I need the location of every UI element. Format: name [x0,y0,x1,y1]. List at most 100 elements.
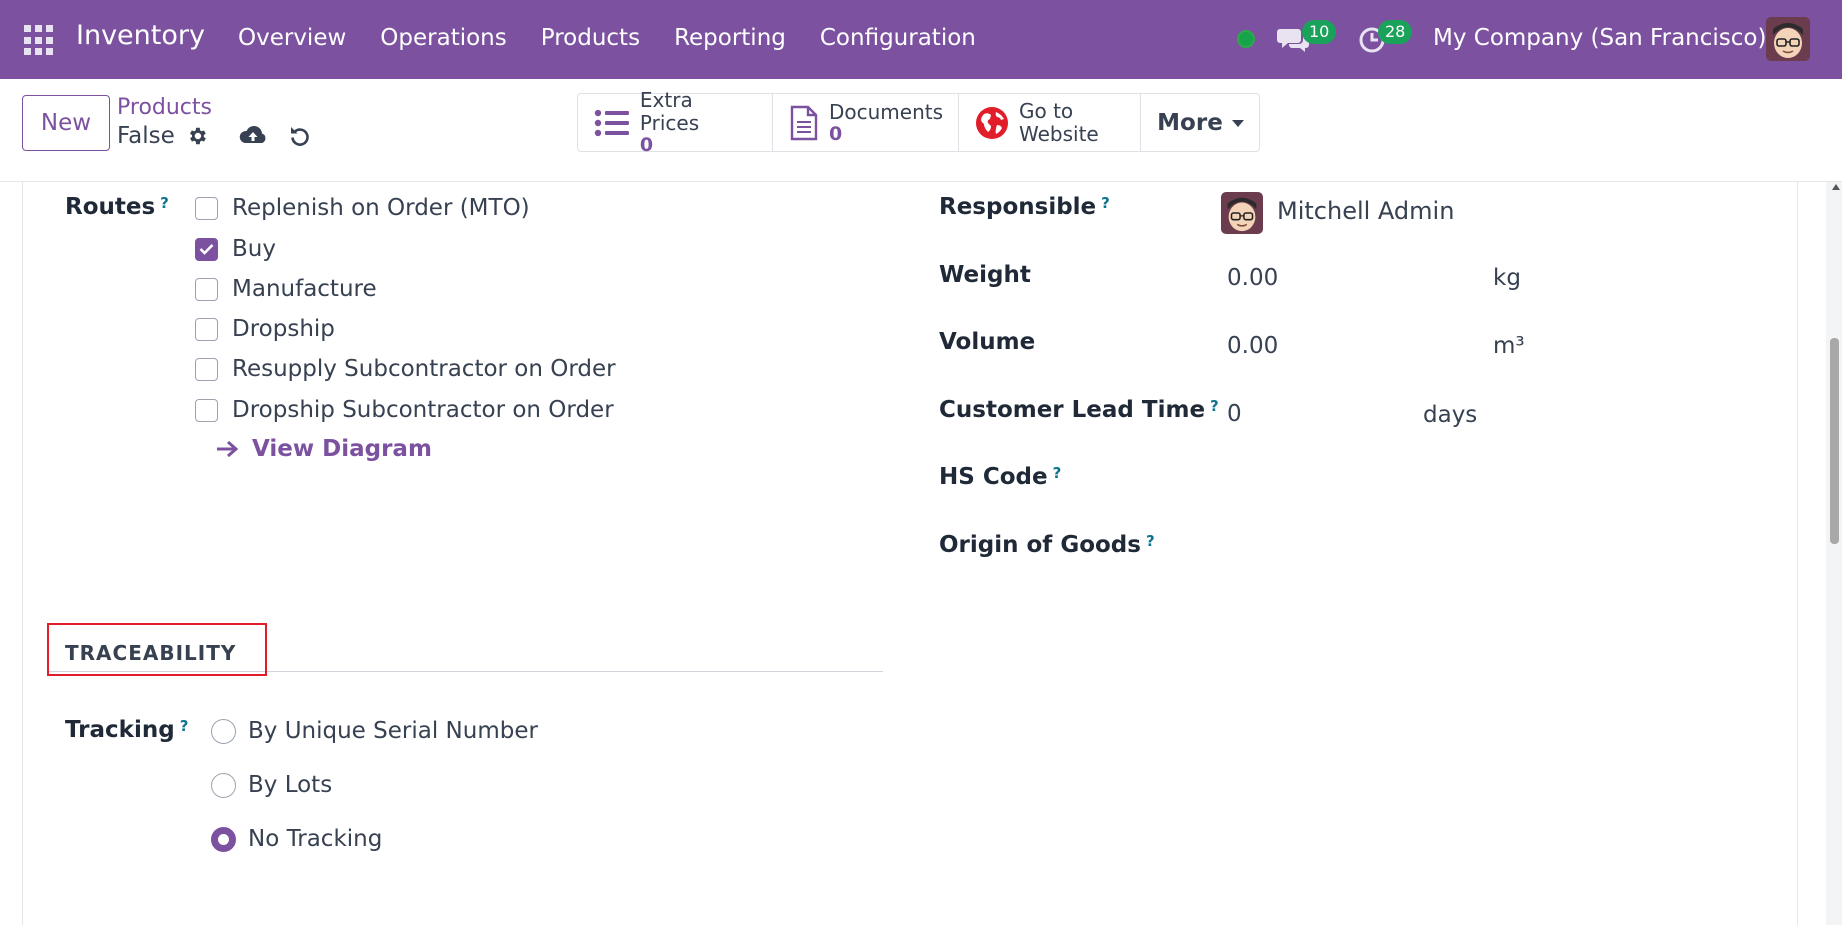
route-option[interactable]: Resupply Subcontractor on Order [195,356,616,382]
breadcrumb-products[interactable]: Products [117,95,212,120]
routes-label-text: Routes [65,194,156,220]
go-to-website-button[interactable]: Go to Website [959,94,1141,151]
routes-field-label: Routes? [65,194,169,220]
volume-input[interactable]: 0.00 [1227,333,1278,359]
route-checkbox-dropship[interactable] [195,317,218,341]
documents-count: 0 [829,122,843,145]
route-option[interactable]: Dropship Subcontractor on Order [195,397,614,423]
view-diagram-label: View Diagram [252,436,432,462]
route-checkbox-manufacture[interactable] [195,277,218,301]
lead-time-help-icon[interactable]: ? [1210,397,1219,415]
routes-help-icon[interactable]: ? [160,194,169,212]
view-diagram-link[interactable]: View Diagram [216,436,432,462]
menu-reporting[interactable]: Reporting [674,25,786,51]
route-label-buy[interactable]: Buy [232,236,276,262]
documents-label: Documents [829,99,944,124]
route-checkbox-dropship-subcontractor[interactable] [195,398,218,422]
responsible-avatar[interactable] [1221,192,1263,234]
radio-no-tracking[interactable] [211,826,236,852]
origin-help-icon[interactable]: ? [1146,532,1155,550]
documents-button[interactable]: Documents 0 [773,94,959,151]
menu-operations[interactable]: Operations [380,25,506,51]
weight-unit: kg [1493,265,1521,291]
route-label-dropship-subcontractor[interactable]: Dropship Subcontractor on Order [232,397,614,423]
hs-code-help-icon[interactable]: ? [1053,464,1062,482]
more-label: More [1157,109,1223,136]
smart-buttons: Extra Prices 0 Documents 0 Go to Website… [577,89,1260,156]
route-option[interactable]: Dropship [195,316,335,342]
apps-grid-icon[interactable] [24,25,55,56]
globe-icon [976,106,1008,139]
route-option[interactable]: Buy [195,236,276,262]
main-menu: Overview Operations Products Reporting C… [238,25,1010,51]
volume-unit: m³ [1493,333,1525,359]
responsible-field[interactable]: Mitchell Admin [1277,197,1454,225]
route-option[interactable]: Manufacture [195,276,377,302]
tracking-option[interactable]: By Unique Serial Number [211,718,538,744]
route-checkbox-resupply-subcontractor[interactable] [195,357,218,381]
radio-label-no-tracking[interactable]: No Tracking [248,826,382,852]
control-panel: New Products False Extra Prices 0 Docume… [0,79,1842,182]
document-icon [790,105,818,140]
menu-configuration[interactable]: Configuration [820,25,976,51]
route-option[interactable]: Replenish on Order (MTO) [195,195,530,221]
presence-status-icon [1237,30,1255,48]
origin-of-goods-field-label: Origin of Goods? [939,532,1155,558]
volume-field-label: Volume [939,329,1036,355]
responsible-field-label: Responsible? [939,194,1110,220]
gear-icon[interactable] [186,125,208,151]
radio-label-serial-number[interactable]: By Unique Serial Number [248,718,538,744]
route-label-dropship[interactable]: Dropship [232,316,335,342]
lead-time-unit: days [1423,402,1478,428]
route-label-mto[interactable]: Replenish on Order (MTO) [232,195,530,221]
chat-count-badge: 10 [1302,20,1337,44]
page-scrollbar[interactable] [1826,182,1842,925]
route-checkbox-buy[interactable] [195,237,218,261]
radio-by-lots[interactable] [211,772,236,798]
hs-code-field-label: HS Code? [939,464,1061,490]
extra-prices-button[interactable]: Extra Prices 0 [578,89,773,156]
discard-changes-icon[interactable] [288,124,312,152]
hs-code-label-text: HS Code [939,464,1048,490]
new-button[interactable]: New [22,95,110,151]
origin-label-text: Origin of Goods [939,532,1141,558]
tracking-label-text: Tracking [65,717,175,743]
list-icon [594,109,629,136]
customer-lead-time-input[interactable]: 0 [1227,401,1242,427]
radio-label-by-lots[interactable]: By Lots [248,772,332,798]
menu-overview[interactable]: Overview [238,25,346,51]
extra-prices-count: 0 [639,134,654,156]
activity-count-badge: 28 [1378,20,1413,44]
checkmark-icon [199,244,214,255]
scrollbar-thumb[interactable] [1830,338,1839,544]
top-navbar: Inventory Overview Operations Products R… [0,0,1842,79]
extra-prices-label: Extra Prices [639,88,700,135]
route-label-resupply-subcontractor[interactable]: Resupply Subcontractor on Order [232,356,616,382]
route-label-manufacture[interactable]: Manufacture [232,276,377,302]
more-dropdown-button[interactable]: More [1141,94,1259,151]
app-name[interactable]: Inventory [76,20,205,51]
weight-input[interactable]: 0.00 [1227,265,1278,291]
go-to-website-line2: Website [1019,121,1099,146]
user-avatar[interactable] [1766,17,1810,61]
scroll-up-arrow-icon[interactable] [1832,184,1840,190]
customer-lead-time-field-label: Customer Lead Time? [939,397,1219,423]
radio-serial-number[interactable] [211,718,236,744]
tracking-option[interactable]: No Tracking [211,826,382,852]
tracking-field-label: Tracking? [65,717,188,743]
breadcrumb-current-record: False [117,123,175,149]
menu-products[interactable]: Products [541,25,640,51]
company-switcher[interactable]: My Company (San Francisco) [1433,25,1766,51]
weight-field-label: Weight [939,262,1031,288]
responsible-help-icon[interactable]: ? [1101,194,1110,212]
tracking-option[interactable]: By Lots [211,772,332,798]
route-checkbox-mto[interactable] [195,196,218,220]
caret-down-icon [1231,119,1244,127]
lead-time-label-text: Customer Lead Time [939,397,1206,423]
go-to-website-line1: Go to [1019,98,1074,123]
tracking-help-icon[interactable]: ? [180,717,189,735]
arrow-right-icon [217,440,239,458]
responsible-label-text: Responsible [939,194,1097,220]
cloud-upload-save-icon[interactable] [238,124,268,152]
highlight-box [47,623,267,676]
